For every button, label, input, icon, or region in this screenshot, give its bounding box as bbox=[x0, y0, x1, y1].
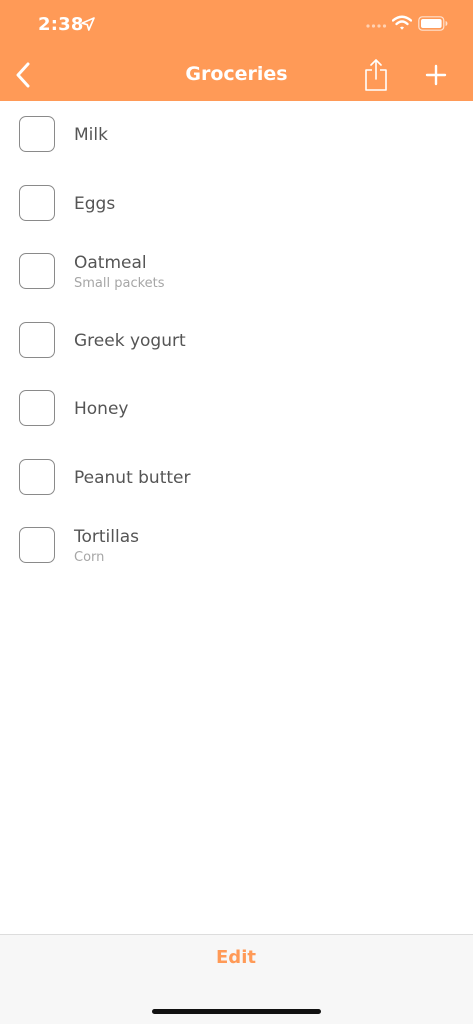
list-item[interactable]: Peanut butter bbox=[0, 444, 473, 513]
item-text: Honey bbox=[74, 375, 128, 443]
share-icon bbox=[365, 59, 387, 91]
item-checkbox[interactable] bbox=[19, 184, 55, 221]
item-text: Eggs bbox=[74, 170, 115, 238]
page-title: Groceries bbox=[185, 63, 288, 85]
item-checkbox[interactable] bbox=[19, 527, 55, 563]
chevron-left-icon bbox=[16, 62, 30, 88]
edit-button[interactable]: Edit bbox=[186, 947, 286, 975]
back-button[interactable] bbox=[8, 58, 38, 92]
list-item[interactable]: Oatmeal Small packets bbox=[0, 238, 473, 307]
item-name: Greek yogurt bbox=[74, 330, 186, 351]
list-item[interactable]: Tortillas Corn bbox=[0, 512, 473, 581]
item-checkbox[interactable] bbox=[19, 116, 55, 152]
item-checkbox[interactable] bbox=[19, 458, 55, 495]
list-item[interactable]: Honey bbox=[0, 375, 473, 444]
item-name: Eggs bbox=[74, 193, 116, 214]
home-indicator[interactable] bbox=[152, 1009, 321, 1014]
cellular-signal-icon bbox=[366, 24, 387, 28]
item-name: Tortillas bbox=[74, 527, 139, 547]
item-name: Honey bbox=[74, 399, 129, 419]
bottom-toolbar: Edit bbox=[0, 934, 473, 1024]
item-name: Oatmeal bbox=[74, 253, 147, 273]
item-text: Milk bbox=[74, 101, 108, 169]
add-item-button[interactable] bbox=[423, 62, 449, 88]
battery-icon bbox=[418, 16, 448, 31]
wifi-icon bbox=[392, 15, 412, 30]
status-time: 2:38 bbox=[38, 14, 84, 35]
grocery-list: Milk Eggs Oatmeal Small packets Greek yo… bbox=[0, 101, 473, 581]
app-screen: 2:38 Groceries Milk Eggs Oatmeal Small p… bbox=[0, 0, 473, 1024]
item-checkbox[interactable] bbox=[19, 321, 55, 358]
list-item[interactable]: Eggs bbox=[0, 170, 473, 239]
location-arrow-icon bbox=[81, 17, 95, 31]
item-text: Peanut butter bbox=[74, 444, 191, 512]
status-bar: 2:38 bbox=[0, 0, 473, 50]
nav-bar: Groceries bbox=[0, 50, 473, 101]
item-name: Milk bbox=[74, 125, 108, 145]
item-note: Corn bbox=[74, 550, 105, 565]
item-checkbox[interactable] bbox=[19, 390, 55, 426]
item-text: Greek yogurt bbox=[74, 307, 186, 375]
list-item[interactable]: Greek yogurt bbox=[0, 307, 473, 376]
header: 2:38 Groceries bbox=[0, 0, 473, 101]
share-button[interactable] bbox=[362, 57, 390, 93]
item-name: Peanut butter bbox=[74, 467, 191, 488]
item-text: Oatmeal Small packets bbox=[74, 238, 165, 306]
plus-icon bbox=[425, 64, 447, 86]
item-checkbox[interactable] bbox=[19, 253, 55, 289]
item-text: Tortillas Corn bbox=[74, 512, 139, 580]
item-note: Small packets bbox=[74, 276, 165, 291]
list-item[interactable]: Milk bbox=[0, 101, 473, 170]
